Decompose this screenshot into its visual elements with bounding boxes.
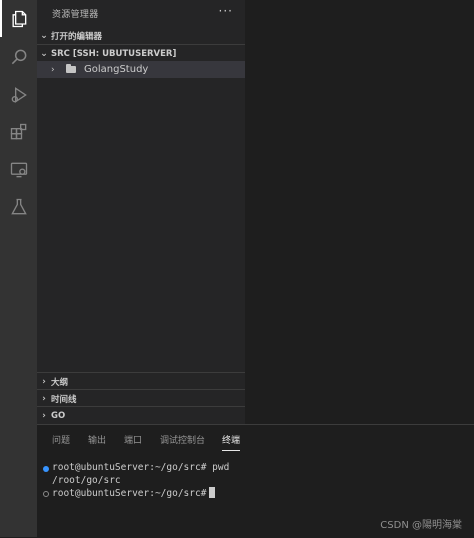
chevron-down-icon: ⌄: [40, 48, 48, 59]
terminal-line: /root/go/src: [52, 475, 121, 486]
section-label: 时间线: [51, 394, 77, 405]
terminal-line: root@ubuntuServer:~/go/src# pwd: [52, 462, 230, 473]
explorer-sidebar: 资源管理器 ··· ⌄ 打开的编辑器 ⌄ SRC [SSH: UBUTUSERV…: [37, 0, 245, 424]
command-success-icon: [43, 466, 49, 472]
chevron-down-icon: ⌄: [40, 30, 48, 41]
watermark: CSDN @陽明海棠: [380, 520, 462, 531]
section-timeline[interactable]: › 时间线: [37, 389, 245, 407]
section-label: 大纲: [51, 377, 69, 388]
tab-output[interactable]: 输出: [88, 433, 106, 446]
chevron-right-icon: ›: [42, 410, 46, 421]
section-label: 打开的编辑器: [51, 31, 103, 42]
more-actions-icon[interactable]: ···: [219, 4, 233, 18]
terminal-prompt: root@ubuntuServer:~/go/src#: [52, 488, 207, 499]
tab-terminal[interactable]: 终端: [222, 433, 241, 451]
section-label: SRC [SSH: UBUTUSERVER]: [51, 48, 177, 59]
tab-problems[interactable]: 问题: [52, 433, 70, 446]
chevron-right-icon: ›: [42, 376, 46, 387]
tab-debug-console[interactable]: 调试控制台: [160, 433, 205, 446]
tree-item-golangstudy[interactable]: › GolangStudy: [37, 61, 245, 78]
explorer-icon[interactable]: [0, 0, 37, 37]
extensions-icon[interactable]: [0, 113, 37, 150]
bottom-panel: 问题 输出 端口 调试控制台 终端 root@ubuntuServer:~/go…: [37, 424, 474, 538]
section-src[interactable]: ⌄ SRC [SSH: UBUTUSERVER]: [37, 44, 245, 62]
section-go[interactable]: › GO: [37, 406, 245, 424]
editor-area: [245, 0, 474, 424]
command-pending-icon: [43, 491, 49, 497]
terminal-cursor: [209, 487, 216, 498]
tree-item-label: GolangStudy: [84, 64, 149, 75]
section-open-editors[interactable]: ⌄ 打开的编辑器: [37, 27, 245, 44]
run-debug-icon[interactable]: [0, 76, 37, 113]
folder-icon: [66, 64, 76, 73]
tab-ports[interactable]: 端口: [124, 433, 142, 446]
terminal-prompt-line[interactable]: root@ubuntuServer:~/go/src#: [52, 487, 216, 499]
chevron-right-icon: ›: [42, 393, 46, 404]
chevron-right-icon: ›: [51, 64, 55, 75]
section-outline[interactable]: › 大纲: [37, 372, 245, 390]
activity-bar: [0, 0, 37, 537]
search-icon[interactable]: [0, 38, 37, 75]
testing-icon[interactable]: [0, 188, 37, 225]
section-label: GO: [51, 410, 66, 421]
remote-explorer-icon[interactable]: [0, 151, 37, 188]
sidebar-title: 资源管理器: [52, 10, 99, 20]
